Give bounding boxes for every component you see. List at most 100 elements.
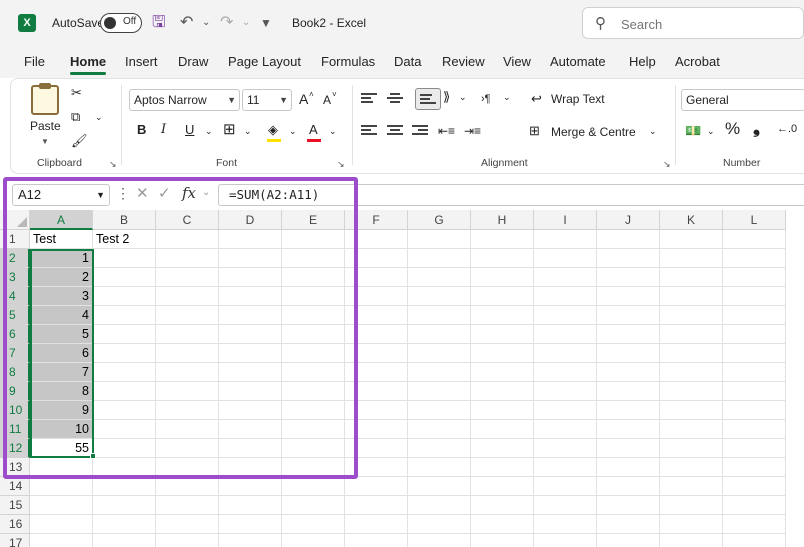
cell-c1[interactable] bbox=[156, 230, 219, 249]
cell-e5[interactable] bbox=[282, 306, 345, 325]
cell-e2[interactable] bbox=[282, 249, 345, 268]
cell-j17[interactable] bbox=[597, 534, 660, 547]
cell-a12[interactable]: 55 bbox=[30, 439, 93, 458]
cell-f1[interactable] bbox=[345, 230, 408, 249]
wrap-text-button[interactable]: Wrap Text bbox=[551, 91, 605, 107]
row-header-17[interactable]: 17 bbox=[0, 534, 30, 547]
cell-j7[interactable] bbox=[597, 344, 660, 363]
cell-g4[interactable] bbox=[408, 287, 471, 306]
cell-l10[interactable] bbox=[723, 401, 786, 420]
increase-indent-icon[interactable]: ⇥≡ bbox=[464, 123, 481, 139]
cell-i4[interactable] bbox=[534, 287, 597, 306]
cell-l8[interactable] bbox=[723, 363, 786, 382]
copy-icon[interactable]: ⧉ bbox=[71, 109, 80, 125]
cell-i7[interactable] bbox=[534, 344, 597, 363]
cell-c7[interactable] bbox=[156, 344, 219, 363]
cell-c2[interactable] bbox=[156, 249, 219, 268]
cell-i5[interactable] bbox=[534, 306, 597, 325]
select-all-corner[interactable] bbox=[0, 210, 30, 230]
cell-g13[interactable] bbox=[408, 458, 471, 477]
row-header-14[interactable]: 14 bbox=[0, 477, 30, 496]
font-size-combo[interactable]: 11 ▼ bbox=[242, 89, 292, 111]
cell-c6[interactable] bbox=[156, 325, 219, 344]
cell-j1[interactable] bbox=[597, 230, 660, 249]
cell-j13[interactable] bbox=[597, 458, 660, 477]
cell-h16[interactable] bbox=[471, 515, 534, 534]
cell-e6[interactable] bbox=[282, 325, 345, 344]
cell-g7[interactable] bbox=[408, 344, 471, 363]
number-format-combo[interactable]: General bbox=[681, 89, 804, 111]
cell-d3[interactable] bbox=[219, 268, 282, 287]
redo-dropdown-chevron-icon[interactable]: ⌄ bbox=[242, 12, 250, 34]
underline-dropdown-chevron-icon[interactable]: ⌄ bbox=[205, 126, 213, 137]
accounting-format-icon[interactable]: 💵 bbox=[685, 123, 701, 139]
cell-e11[interactable] bbox=[282, 420, 345, 439]
cell-l11[interactable] bbox=[723, 420, 786, 439]
cell-d15[interactable] bbox=[219, 496, 282, 515]
cell-h1[interactable] bbox=[471, 230, 534, 249]
grow-font-button[interactable]: A bbox=[299, 91, 308, 107]
cell-f17[interactable] bbox=[345, 534, 408, 547]
cell-a11[interactable]: 10 bbox=[30, 420, 93, 439]
cell-l7[interactable] bbox=[723, 344, 786, 363]
cell-a10[interactable]: 9 bbox=[30, 401, 93, 420]
cell-b13[interactable] bbox=[93, 458, 156, 477]
tab-view[interactable]: View bbox=[503, 54, 531, 69]
cell-k9[interactable] bbox=[660, 382, 723, 401]
cell-k2[interactable] bbox=[660, 249, 723, 268]
cell-g9[interactable] bbox=[408, 382, 471, 401]
column-header-f[interactable]: F bbox=[345, 210, 408, 230]
cell-l5[interactable] bbox=[723, 306, 786, 325]
cell-f15[interactable] bbox=[345, 496, 408, 515]
cell-d12[interactable] bbox=[219, 439, 282, 458]
cancel-icon[interactable]: ✕ bbox=[136, 184, 149, 202]
cell-i6[interactable] bbox=[534, 325, 597, 344]
cell-k3[interactable] bbox=[660, 268, 723, 287]
cell-j14[interactable] bbox=[597, 477, 660, 496]
cell-j3[interactable] bbox=[597, 268, 660, 287]
cell-i16[interactable] bbox=[534, 515, 597, 534]
cell-b2[interactable] bbox=[93, 249, 156, 268]
column-header-d[interactable]: D bbox=[219, 210, 282, 230]
merge-dropdown-chevron-icon[interactable]: ⌄ bbox=[649, 123, 657, 139]
text-direction-icon[interactable]: ›¶ bbox=[481, 91, 491, 107]
cell-h6[interactable] bbox=[471, 325, 534, 344]
cell-g11[interactable] bbox=[408, 420, 471, 439]
cell-i1[interactable] bbox=[534, 230, 597, 249]
cell-j12[interactable] bbox=[597, 439, 660, 458]
cell-a14[interactable] bbox=[30, 477, 93, 496]
borders-icon[interactable]: ⊞ bbox=[223, 120, 236, 138]
cell-a1[interactable]: Test bbox=[30, 230, 93, 249]
cell-g6[interactable] bbox=[408, 325, 471, 344]
autosave-toggle[interactable]: Off bbox=[100, 13, 142, 33]
cell-b12[interactable] bbox=[93, 439, 156, 458]
cell-f4[interactable] bbox=[345, 287, 408, 306]
column-header-c[interactable]: C bbox=[156, 210, 219, 230]
cell-l3[interactable] bbox=[723, 268, 786, 287]
cell-d10[interactable] bbox=[219, 401, 282, 420]
cell-j6[interactable] bbox=[597, 325, 660, 344]
cell-d17[interactable] bbox=[219, 534, 282, 547]
cell-e15[interactable] bbox=[282, 496, 345, 515]
cell-b9[interactable] bbox=[93, 382, 156, 401]
cell-h17[interactable] bbox=[471, 534, 534, 547]
cell-l17[interactable] bbox=[723, 534, 786, 547]
cell-k7[interactable] bbox=[660, 344, 723, 363]
cell-h12[interactable] bbox=[471, 439, 534, 458]
align-bottom-icon[interactable] bbox=[420, 94, 436, 106]
cell-j9[interactable] bbox=[597, 382, 660, 401]
row-header-12[interactable]: 12 bbox=[0, 439, 30, 458]
cell-b5[interactable] bbox=[93, 306, 156, 325]
cell-j16[interactable] bbox=[597, 515, 660, 534]
column-header-l[interactable]: L bbox=[723, 210, 786, 230]
paste-icon[interactable] bbox=[31, 83, 59, 115]
cell-a17[interactable] bbox=[30, 534, 93, 547]
cell-h9[interactable] bbox=[471, 382, 534, 401]
cell-j8[interactable] bbox=[597, 363, 660, 382]
cell-l4[interactable] bbox=[723, 287, 786, 306]
cell-k13[interactable] bbox=[660, 458, 723, 477]
row-header-10[interactable]: 10 bbox=[0, 401, 30, 420]
cell-a9[interactable]: 8 bbox=[30, 382, 93, 401]
font-name-combo[interactable]: Aptos Narrow ▼ bbox=[129, 89, 240, 111]
increase-decimal-icon[interactable]: ←.0 bbox=[777, 121, 797, 137]
